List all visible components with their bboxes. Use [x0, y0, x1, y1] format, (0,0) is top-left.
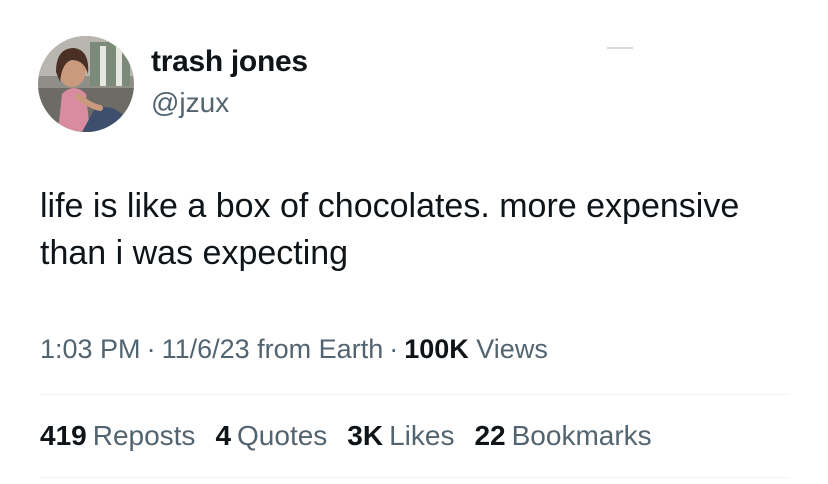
avatar-photo [38, 36, 134, 132]
views-count: 100K [404, 334, 469, 364]
stat-count: 419 [40, 420, 87, 451]
meta-separator: · [389, 334, 399, 364]
divider [40, 394, 790, 395]
avatar[interactable] [38, 36, 134, 132]
author-display-name[interactable]: trash jones [151, 44, 308, 80]
stat-label: Likes [389, 420, 455, 451]
tweet-time[interactable]: 1:03 PM [40, 334, 141, 364]
tweet-meta: 1:03 PM · 11/6/23 from Earth · 100K Views [40, 331, 548, 367]
quotes-stat[interactable]: 4 Quotes [215, 418, 327, 454]
meta-separator: · [146, 334, 156, 364]
stat-count: 4 [215, 420, 232, 451]
stat-label: Reposts [92, 420, 196, 451]
engagement-stats: 419 Reposts 4 Quotes 3K Likes 22 Bookmarks [40, 418, 652, 454]
bookmarks-stat[interactable]: 22 Bookmarks [474, 418, 651, 454]
stat-label: Bookmarks [511, 420, 652, 451]
tweet-date[interactable]: 11/6/23 [162, 334, 250, 364]
tweet-text: life is like a box of chocolates. more e… [40, 187, 740, 272]
decorative-mark [607, 47, 633, 49]
views-label: Views [476, 334, 548, 364]
stat-count: 22 [474, 420, 506, 451]
author-handle[interactable]: @jzux [151, 86, 229, 120]
stat-label: Quotes [237, 420, 328, 451]
reposts-stat[interactable]: 419 Reposts [40, 418, 195, 454]
divider [40, 477, 790, 478]
tweet-source: from Earth [257, 334, 384, 364]
likes-stat[interactable]: 3K Likes [347, 418, 454, 454]
stat-count: 3K [347, 420, 384, 451]
